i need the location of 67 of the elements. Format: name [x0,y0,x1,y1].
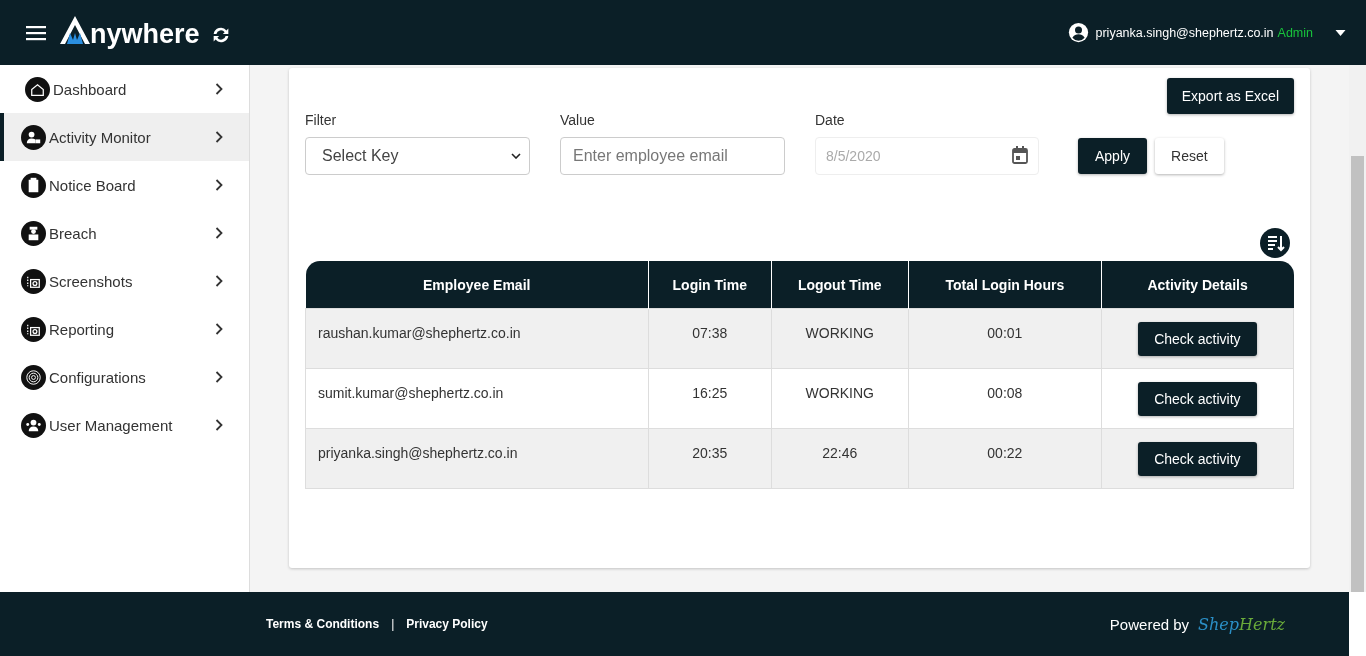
apply-button[interactable]: Apply [1078,138,1148,174]
chevron-icon [215,227,223,239]
menu-icon[interactable] [26,24,46,41]
column-header: Activity Details [1101,261,1294,309]
reset-button[interactable]: Reset [1155,138,1224,174]
account-icon[interactable] [1068,22,1090,43]
sidebar-item[interactable]: User Management [0,401,249,449]
chevron-icon [215,83,223,95]
separator: | [391,617,395,631]
menu-item-icon [21,412,46,438]
sidebar-item[interactable]: Activity Monitor [0,113,249,161]
column-header: Employee Email [305,261,649,309]
chevron-icon [215,275,223,287]
export-button[interactable]: Export as Excel [1166,78,1294,114]
sidebar-item[interactable]: Notice Board [0,161,249,209]
scrollbar[interactable] [1349,65,1366,592]
menu-item-icon [21,364,46,390]
table-cell: priyanka.singh@shephertz.co.in [305,428,649,489]
menu-item-icon [21,316,46,342]
privacy-link[interactable]: Privacy Policy [406,617,488,631]
menu-item-icon [21,172,46,198]
menu-item-icon [21,220,46,246]
powered-by-text: Powered by [1109,615,1190,633]
user-role: Admin [1277,25,1313,40]
menu-item-icon [25,76,50,102]
sidebar-item[interactable]: Configurations [0,353,249,401]
menu-item-icon [21,268,46,294]
table-cell: 00:22 [908,428,1102,489]
sidebar-item[interactable]: Screenshots [0,257,249,305]
chevron-icon [215,131,223,143]
column-header: Login Time [648,261,772,309]
check-activity-button[interactable]: Check activity [1138,382,1257,416]
table-cell: 07:38 [648,308,772,369]
calendar-icon[interactable] [1012,146,1028,164]
table-cell: WORKING [771,368,909,429]
table-cell: 16:25 [648,368,772,429]
field-label: Value [560,112,596,128]
sidebar-item[interactable]: Dashboard [0,65,249,113]
check-activity-button[interactable]: Check activity [1138,442,1257,476]
filter-select[interactable]: Select Key [305,137,530,175]
menu-item-icon [21,124,46,150]
table-cell: sumit.kumar@shephertz.co.in [305,368,649,429]
chevron-down-icon [511,153,521,159]
field-label: Filter [305,112,338,128]
sidebar-item[interactable]: Breach [0,209,249,257]
caret-icon[interactable] [1335,29,1346,36]
chevron-icon [215,323,223,335]
sort-icon[interactable] [1260,228,1290,258]
user-email: priyanka.singh@shephertz.co.in [1095,25,1274,40]
check-activity-button[interactable]: Check activity [1138,322,1257,356]
table-cell: WORKING [771,308,909,369]
email-input[interactable]: Enter employee email [560,137,785,175]
chevron-icon [215,419,223,431]
brand-logo: ShepHertz [1198,614,1285,634]
sidebar-item[interactable]: Reporting [0,305,249,353]
chevron-icon [215,179,223,191]
table-cell: 20:35 [648,428,772,489]
column-header: Logout Time [771,261,909,309]
chevron-icon [215,371,223,383]
field-label: Date [815,112,846,128]
table-cell: 22:46 [771,428,909,489]
table-cell: 00:01 [908,308,1102,369]
column-header: Total Login Hours [908,261,1102,309]
terms-link[interactable]: Terms & Conditions [266,617,380,631]
table-cell: 00:08 [908,368,1102,429]
logo-text: nywhere [90,19,200,50]
table-cell: raushan.kumar@shephertz.co.in [305,308,649,369]
